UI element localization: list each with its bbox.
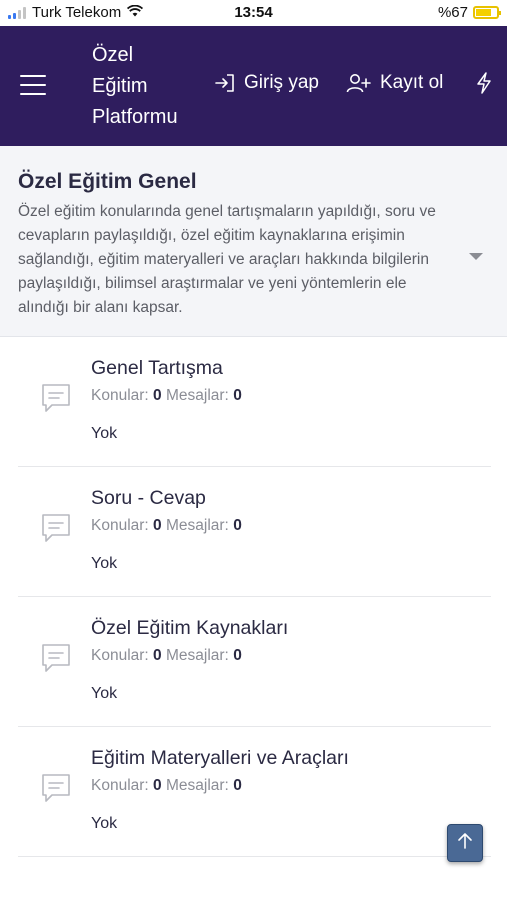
category-description: Özel eğitim konularında genel tartışmala… bbox=[18, 203, 436, 316]
app-header: Özel Eğitim Platformu Giriş yap Kayıt ol bbox=[0, 26, 507, 146]
forum-title[interactable]: Soru - Cevap bbox=[91, 487, 206, 510]
messages-count: 0 bbox=[233, 517, 242, 534]
category-title[interactable]: Özel Eğitim Genel bbox=[18, 170, 489, 194]
forum-stats: Konular: 0 Mesajlar: 0 bbox=[91, 517, 242, 535]
forum-item: Soru - Cevap Konular: 0 Mesajlar: 0 Yok bbox=[18, 467, 491, 597]
forum-item: Özel Eğitim Kaynakları Konular: 0 Mesajl… bbox=[18, 597, 491, 727]
register-label: Kayıt ol bbox=[380, 72, 444, 93]
threads-count: 0 bbox=[153, 387, 162, 404]
arrow-up-icon bbox=[457, 832, 473, 855]
forum-item: Genel Tartışma Konular: 0 Mesajlar: 0 Yo… bbox=[18, 337, 491, 467]
brand-line-1: Özel bbox=[92, 44, 134, 66]
login-icon bbox=[214, 73, 236, 93]
forum-stats: Konular: 0 Mesajlar: 0 bbox=[91, 777, 242, 795]
login-label: Giriş yap bbox=[244, 72, 319, 93]
forum-item: Eğitim Materyalleri ve Araçları Konular:… bbox=[18, 727, 491, 857]
status-bar: Turk Telekom 13:54 %67 bbox=[0, 0, 507, 26]
chat-icon bbox=[40, 512, 72, 549]
category-header: Özel Eğitim Genel Özel eğitim konularınd… bbox=[0, 146, 507, 337]
menu-icon[interactable] bbox=[20, 75, 46, 95]
main-content: Özel Eğitim Genel Özel eğitim konularınd… bbox=[0, 146, 507, 900]
messages-count: 0 bbox=[233, 647, 242, 664]
forum-title[interactable]: Genel Tartışma bbox=[91, 357, 223, 380]
last-post: Yok bbox=[91, 685, 118, 702]
threads-count: 0 bbox=[153, 647, 162, 664]
scroll-to-top-button[interactable] bbox=[447, 824, 483, 862]
brand-line-2: Eğitim bbox=[92, 75, 148, 97]
forum-stats: Konular: 0 Mesajlar: 0 bbox=[91, 387, 242, 405]
chat-icon bbox=[40, 642, 72, 679]
threads-label: Konular: bbox=[91, 777, 149, 794]
messages-label: Mesajlar: bbox=[165, 387, 229, 404]
forum-title[interactable]: Eğitim Materyalleri ve Araçları bbox=[91, 747, 349, 770]
bolt-icon[interactable] bbox=[476, 72, 492, 94]
messages-label: Mesajlar: bbox=[165, 647, 229, 664]
last-post: Yok bbox=[91, 815, 118, 832]
messages-label: Mesajlar: bbox=[165, 517, 229, 534]
threads-count: 0 bbox=[153, 777, 162, 794]
last-post: Yok bbox=[91, 425, 118, 442]
battery-percent: %67 bbox=[437, 4, 468, 21]
threads-count: 0 bbox=[153, 517, 162, 534]
brand-title[interactable]: Özel Eğitim Platformu bbox=[92, 40, 178, 133]
brand-line-3: Platformu bbox=[92, 106, 178, 128]
messages-count: 0 bbox=[233, 387, 242, 404]
user-add-icon bbox=[346, 73, 372, 93]
messages-count: 0 bbox=[233, 777, 242, 794]
threads-label: Konular: bbox=[91, 647, 149, 664]
login-button[interactable]: Giriş yap bbox=[214, 72, 319, 94]
last-post: Yok bbox=[91, 555, 118, 572]
forum-stats: Konular: 0 Mesajlar: 0 bbox=[91, 647, 242, 665]
threads-label: Konular: bbox=[91, 387, 149, 404]
status-right: %67 bbox=[437, 4, 501, 21]
chat-icon bbox=[40, 772, 72, 809]
status-time: 13:54 bbox=[234, 4, 273, 21]
forum-title[interactable]: Özel Eğitim Kaynakları bbox=[91, 617, 288, 640]
threads-label: Konular: bbox=[91, 517, 149, 534]
forum-list: Genel Tartışma Konular: 0 Mesajlar: 0 Yo… bbox=[0, 337, 507, 857]
chat-icon bbox=[40, 382, 72, 419]
battery-icon bbox=[473, 6, 501, 19]
collapse-toggle-icon[interactable] bbox=[469, 253, 483, 260]
register-button[interactable]: Kayıt ol bbox=[346, 72, 443, 94]
messages-label: Mesajlar: bbox=[165, 777, 229, 794]
